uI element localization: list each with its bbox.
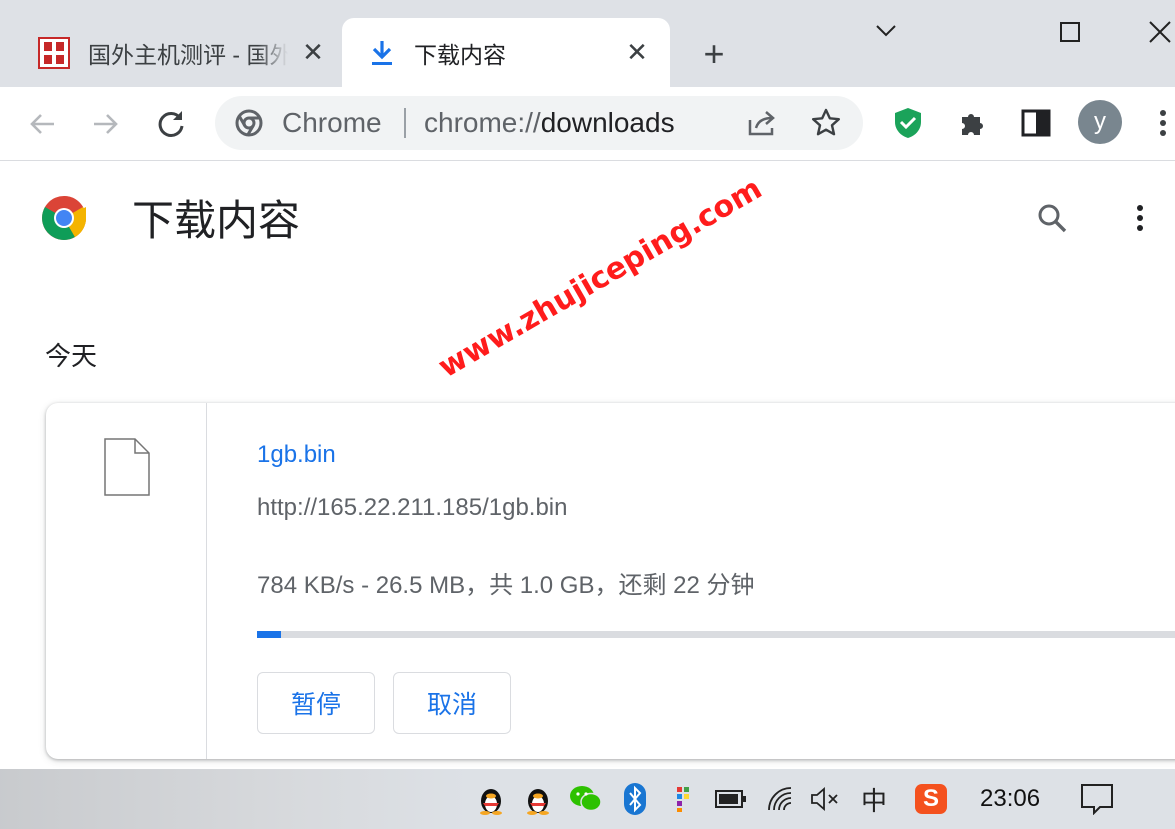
sogou-input-icon[interactable]: S: [914, 781, 948, 817]
sogou-letter: S: [915, 784, 947, 814]
page-title: 下载内容: [132, 197, 301, 244]
battery-icon[interactable]: [714, 781, 748, 817]
card-divider: [206, 403, 207, 759]
maximize-button[interactable]: [1052, 14, 1088, 50]
color-app-icon[interactable]: [666, 781, 700, 817]
qq-penguin-icon[interactable]: [521, 781, 555, 817]
kebab-menu-icon[interactable]: [1150, 104, 1175, 142]
url-text: chrome://downloads: [424, 109, 675, 137]
progress-track: [257, 631, 1175, 638]
extensions-puzzle-icon[interactable]: [954, 104, 990, 142]
minimize-button[interactable]: [955, 16, 995, 46]
taskbar-blur-area: [0, 769, 470, 829]
url-path: downloads: [540, 107, 675, 138]
file-source-url[interactable]: http://165.22.211.185/1gb.bin: [257, 494, 568, 522]
date-section-header: 今天: [45, 341, 98, 371]
bookmark-star-icon[interactable]: [810, 107, 842, 139]
search-icon[interactable]: [1032, 198, 1072, 238]
close-window-button[interactable]: [1145, 14, 1175, 50]
omnibox[interactable]: Chrome chrome://downloads: [215, 96, 863, 150]
site-chip-label: Chrome: [282, 107, 382, 138]
share-icon[interactable]: [746, 108, 778, 138]
watermark-text: www.zhujiceping.com: [432, 171, 768, 385]
chevron-down-icon[interactable]: [868, 16, 904, 46]
tab-downloads[interactable]: 下载内容 ✕: [342, 18, 670, 87]
close-icon[interactable]: ✕: [300, 37, 326, 67]
side-panel-icon[interactable]: [1018, 104, 1054, 142]
progress-bar-fill: [257, 631, 281, 638]
file-icon: [103, 437, 151, 497]
download-icon: [370, 39, 394, 67]
clock[interactable]: 23:06: [980, 785, 1040, 813]
bluetooth-icon[interactable]: [618, 781, 652, 817]
volume-muted-icon[interactable]: [808, 781, 842, 817]
wifi-icon[interactable]: [764, 781, 798, 817]
shield-extension-icon[interactable]: [890, 104, 926, 142]
file-name-link[interactable]: 1gb.bin: [257, 441, 336, 469]
new-tab-button[interactable]: +: [696, 33, 732, 74]
page-menu-icon[interactable]: [1124, 198, 1156, 238]
tab-title: 国外主机测评 - 国外: [88, 41, 288, 68]
tab-zhujiceping[interactable]: 国外主机测评 - 国外 ✕: [18, 18, 340, 87]
avatar-initial: y: [1094, 108, 1106, 135]
chrome-logo-icon: [235, 109, 263, 137]
tab-title: 下载内容: [414, 41, 506, 68]
profile-avatar[interactable]: y: [1078, 100, 1122, 144]
qq-penguin-icon[interactable]: [474, 781, 508, 817]
site-favicon-icon: [38, 36, 70, 69]
pause-button[interactable]: 暂停: [257, 672, 375, 734]
chip-divider: [404, 108, 406, 138]
download-status: 784 KB/s - 26.5 MB，共 1.0 GB，还剩 22 分钟: [257, 572, 755, 599]
ime-indicator[interactable]: 中: [857, 781, 891, 817]
url-scheme: chrome://: [424, 107, 541, 138]
notification-center-icon[interactable]: [1080, 781, 1114, 817]
forward-button[interactable]: [88, 106, 124, 142]
back-button[interactable]: [24, 106, 60, 142]
chrome-logo-icon: [40, 194, 88, 242]
reload-button[interactable]: [152, 104, 190, 142]
close-icon[interactable]: ✕: [624, 37, 650, 67]
cancel-button[interactable]: 取消: [393, 672, 511, 734]
wechat-icon[interactable]: [569, 781, 603, 817]
